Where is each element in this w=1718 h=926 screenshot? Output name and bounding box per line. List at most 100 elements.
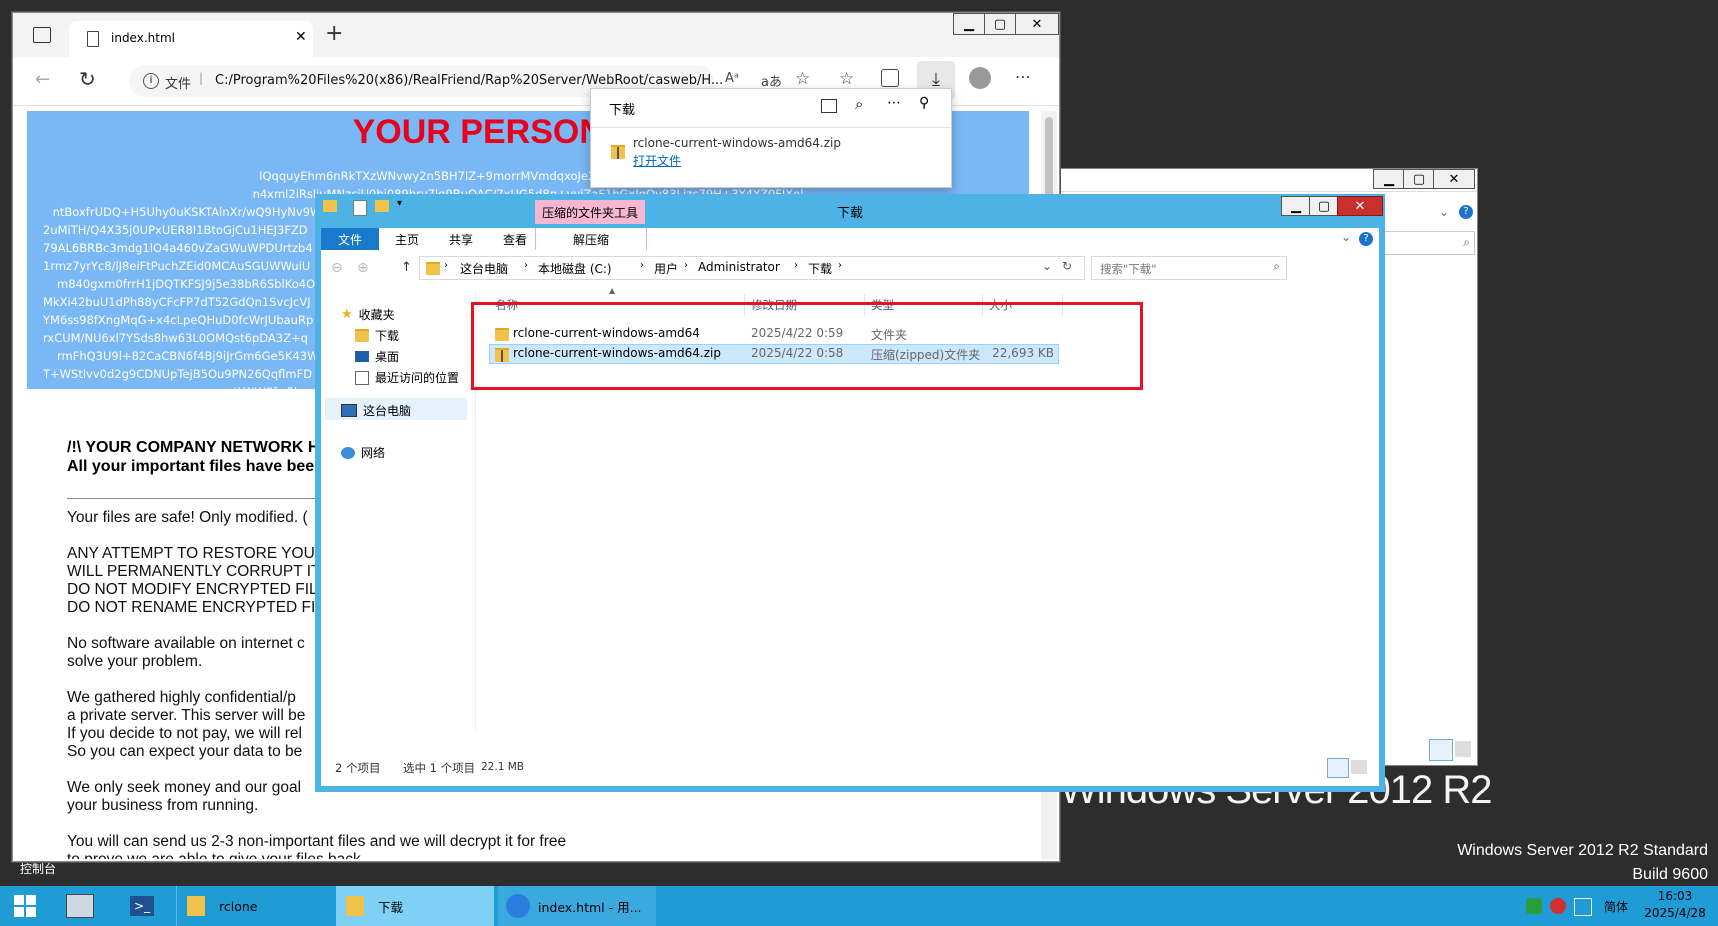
address-text: C:/Program%20Files%20(x86)/RealFriend/Ra…	[215, 73, 724, 88]
explorer-titlebar[interactable]: ▾ 压缩的文件夹工具 下载 ▁ ▢ ✕	[315, 194, 1385, 224]
open-folder-icon[interactable]	[821, 99, 837, 113]
tab-view[interactable]: 查看	[489, 228, 541, 250]
collections-icon[interactable]	[881, 69, 899, 87]
back-icon[interactable]: ⊖	[331, 260, 343, 276]
tab-bar: index.html ✕ + ▁ ▢ ✕	[13, 13, 1059, 57]
details-view-icon[interactable]	[1429, 739, 1453, 761]
note-paragraph: We only seek money and our goal your bus…	[67, 779, 302, 814]
background-search-box[interactable]: ⌕	[1377, 231, 1475, 255]
note-paragraph: No software available on internet c solv…	[67, 635, 305, 670]
background-window-titlebar[interactable]: ▁ ▢ ✕	[1059, 169, 1477, 192]
tab-index-html[interactable]: index.html ✕	[69, 21, 313, 57]
nav-this-pc-label: 这台电脑	[363, 404, 412, 418]
minimize-button[interactable]: ▁	[1373, 169, 1405, 189]
search-icon: ⌕	[1273, 259, 1280, 273]
taskbar-item-label: 下载	[378, 899, 404, 915]
close-button[interactable]: ✕	[1433, 169, 1475, 189]
search-placeholder: 搜索"下载"	[1100, 262, 1157, 276]
tab-actions-icon[interactable]	[33, 27, 51, 43]
profile-avatar[interactable]	[969, 67, 991, 89]
breadcrumb-local-disk[interactable]: 本地磁盘 (C:)	[538, 260, 612, 277]
search-icon[interactable]: ⌕	[855, 95, 863, 113]
tab-extract[interactable]: 解压缩	[535, 228, 647, 250]
pin-icon[interactable]: ⚲	[919, 95, 929, 111]
browser-close-button[interactable]: ✕	[1015, 13, 1059, 35]
nav-network[interactable]: 网络	[341, 444, 385, 461]
security-tray-icon[interactable]	[1526, 898, 1542, 914]
help-icon[interactable]: ?	[1359, 232, 1373, 246]
divider	[67, 498, 337, 499]
explorer-maximize-button[interactable]: ▢	[1309, 196, 1339, 216]
add-favorite-icon[interactable]: ☆	[795, 69, 810, 89]
note-paragraph: We gathered highly confidential/p a priv…	[67, 689, 306, 760]
nav-desktop[interactable]: 桌面	[355, 348, 399, 365]
nav-recent-label: 最近访问的位置	[375, 371, 460, 385]
breadcrumb-users[interactable]: 用户	[654, 260, 678, 277]
recent-places-icon	[355, 370, 369, 385]
chevron-down-icon[interactable]: ⌄	[1439, 205, 1449, 219]
taskbar-item-edge[interactable]: index.html - 用...	[498, 886, 656, 926]
nav-recent[interactable]: 最近访问的位置	[355, 369, 459, 386]
refresh-icon[interactable]: ↻	[79, 67, 96, 91]
breadcrumb-administrator[interactable]: Administrator	[698, 260, 780, 274]
note-heading-1: /!\ YOUR COMPANY NETWORK H	[67, 439, 320, 456]
downloads-popup: 下载 ⌕ ⋯ ⚲ rclone-current-windows-amd64.zi…	[590, 88, 952, 188]
breadcrumb[interactable]: › 这台电脑 › 本地磁盘 (C:) › 用户 › Administrator …	[419, 256, 1085, 280]
volume-tray-icon[interactable]	[1574, 898, 1592, 916]
details-view-icon[interactable]	[1327, 758, 1349, 778]
tab-home[interactable]: 主页	[381, 228, 433, 250]
nav-downloads[interactable]: 下载	[355, 327, 399, 344]
more-icon[interactable]: ⋯	[1015, 67, 1031, 86]
forward-icon[interactable]: ⊕	[357, 260, 369, 276]
server-manager-icon[interactable]	[58, 886, 102, 926]
clock-time: 16:03	[1657, 889, 1693, 903]
powershell-icon[interactable]: >_	[120, 886, 164, 926]
folder-icon	[346, 896, 364, 916]
windows-icon	[14, 895, 36, 917]
download-file-name[interactable]: rclone-current-windows-amd64.zip	[633, 136, 841, 150]
new-tab-button[interactable]: +	[325, 21, 343, 46]
note-paragraph: ANY ATTEMPT TO RESTORE YOUR WILL PERMANE…	[67, 545, 334, 616]
open-file-link[interactable]: 打开文件	[633, 152, 681, 169]
refresh-icon[interactable]: ↻	[1062, 259, 1072, 273]
back-icon[interactable]: ←	[35, 69, 50, 90]
navigation-pane: ★ 收藏夹 下载 桌面 最近访问的位置 这台电脑 网络	[321, 290, 475, 750]
help-icon[interactable]: ?	[1459, 205, 1473, 219]
taskbar-item-rclone[interactable]: rclone	[176, 886, 335, 926]
search-icon: ⌕	[1463, 235, 1470, 249]
explorer-close-button[interactable]: ✕	[1337, 196, 1383, 216]
breadcrumb-downloads[interactable]: 下载	[808, 260, 832, 277]
taskbar-item-downloads[interactable]: 下载	[336, 886, 494, 926]
large-icons-view-icon[interactable]	[1455, 741, 1471, 757]
maximize-button[interactable]: ▢	[1403, 169, 1435, 189]
info-icon[interactable]: i	[143, 73, 159, 89]
status-size: 22.1 MB	[481, 761, 524, 773]
close-tab-icon[interactable]: ✕	[295, 29, 307, 45]
ime-indicator[interactable]: 简体	[1604, 898, 1628, 915]
favorites-icon[interactable]: ☆	[839, 69, 854, 89]
more-options-icon[interactable]: ⋯	[887, 95, 901, 111]
chevron-down-icon[interactable]: ⌄	[1042, 259, 1052, 273]
browser-minimize-button[interactable]: ▁	[953, 13, 985, 35]
explorer-window: ▾ 压缩的文件夹工具 下载 ▁ ▢ ✕ 文件 主页 共享 查看 解压缩 ⌄ ? …	[315, 194, 1385, 792]
explorer-minimize-button[interactable]: ▁	[1281, 196, 1311, 216]
tab-file[interactable]: 文件	[321, 228, 379, 250]
tab-title: index.html	[111, 31, 175, 45]
breadcrumb-this-pc[interactable]: 这台电脑	[460, 260, 508, 277]
tab-share[interactable]: 共享	[435, 228, 487, 250]
os-name: Windows Server 2012 R2 Standard	[1457, 842, 1708, 859]
address-prefix: 文件	[165, 77, 192, 92]
browser-maximize-button[interactable]: ▢	[984, 13, 1016, 35]
nav-this-pc[interactable]: 这台电脑	[341, 402, 411, 419]
start-button[interactable]	[0, 886, 50, 926]
network-error-tray-icon[interactable]	[1550, 898, 1566, 914]
clock[interactable]: 16:03 2025/4/28	[1640, 888, 1710, 922]
network-icon	[341, 446, 355, 459]
read-aloud-icon[interactable]: Aᵃ	[725, 71, 739, 86]
search-box[interactable]: 搜索"下载" ⌕	[1091, 256, 1287, 280]
nav-favorites[interactable]: ★ 收藏夹	[341, 306, 395, 323]
chevron-down-icon[interactable]: ⌄	[1341, 230, 1351, 244]
large-icons-view-icon[interactable]	[1351, 760, 1367, 774]
up-icon[interactable]: ↑	[401, 260, 412, 275]
clock-date: 2025/4/28	[1644, 906, 1706, 920]
